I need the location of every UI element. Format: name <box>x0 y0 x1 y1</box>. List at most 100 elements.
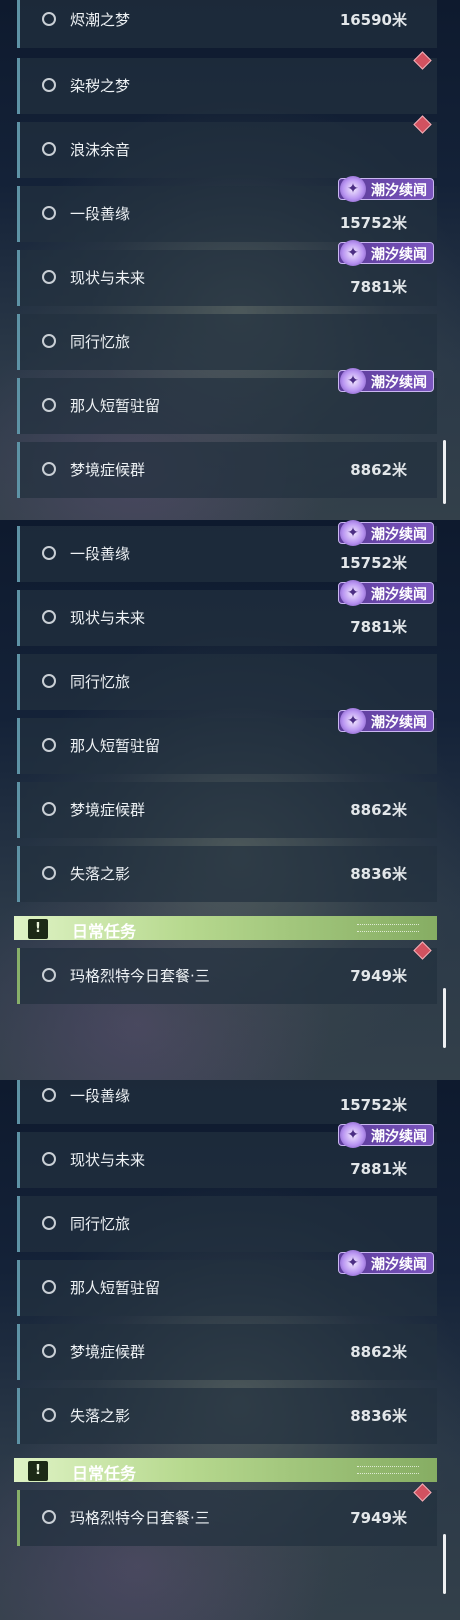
quest-name: 梦境症候群 <box>70 801 146 819</box>
quest-distance: 7881米 <box>350 278 407 296</box>
status-circle-icon <box>42 206 56 220</box>
section-title: 日常任务 <box>72 922 137 941</box>
swirl-icon: ✦ <box>340 520 366 546</box>
scrollbar[interactable] <box>443 440 446 504</box>
quest-list-panel-2: ✦ 潮汐续闻 一段善缘 15752米 ✦ 潮汐续闻 现状与未来 7881米 同行… <box>0 520 460 1080</box>
quest-distance: 16590米 <box>339 11 407 29</box>
tag-label: 潮汐续闻 <box>371 715 427 731</box>
quest-row[interactable]: ✦ 潮汐续闻 那人短暂驻留 <box>17 368 437 434</box>
quest-row[interactable]: ✦ 潮汐续闻 那人短暂驻留 <box>17 708 437 774</box>
quest-name: 那人短暂驻留 <box>70 1279 161 1297</box>
status-circle-icon <box>42 802 56 816</box>
quest-distance: 15752米 <box>339 1096 407 1114</box>
status-circle-icon <box>42 334 56 348</box>
swirl-icon: ✦ <box>340 1122 366 1148</box>
quest-name: 同行忆旅 <box>70 1215 131 1233</box>
daily-section-header[interactable]: ! 日常任务 <box>14 916 437 941</box>
status-circle-icon <box>42 142 56 156</box>
tag-label: 潮汐续闻 <box>371 183 427 199</box>
tag-label: 潮汐续闻 <box>371 1129 427 1145</box>
status-circle-icon <box>42 398 56 412</box>
quest-row[interactable]: 同行忆旅 <box>17 1196 437 1252</box>
quest-list-panel-3: 一段善缘 15752米 ✦ 潮汐续闻 现状与未来 7881米 同行忆旅 ✦ 潮汐… <box>0 1080 460 1620</box>
quest-row[interactable]: ✦ 潮汐续闻 一段善缘 15752米 <box>17 176 437 242</box>
quest-name: 梦境症候群 <box>70 461 146 479</box>
quest-row[interactable]: 浪沫余音 <box>17 115 437 178</box>
tag-label: 潮汐续闻 <box>371 1257 427 1273</box>
quest-row[interactable]: 染秽之梦 <box>17 51 437 114</box>
quest-distance: 8836米 <box>350 865 407 883</box>
quest-row[interactable]: 烬潮之梦 16590米 <box>17 0 437 48</box>
daily-quest-row[interactable]: 玛格烈特今日套餐·三 7949米 <box>17 941 437 1004</box>
quest-name: 玛格烈特今日套餐·三 <box>70 967 210 985</box>
status-circle-icon <box>42 1152 56 1166</box>
decoration-line <box>357 1466 419 1474</box>
swirl-icon: ✦ <box>340 368 366 394</box>
quest-name: 那人短暂驻留 <box>70 737 161 755</box>
quest-name: 一段善缘 <box>70 205 131 223</box>
quest-name: 现状与未来 <box>70 1151 146 1169</box>
quest-name: 现状与未来 <box>70 269 146 287</box>
scrollbar[interactable] <box>443 988 446 1048</box>
tide-tag: ✦ 潮汐续闻 <box>338 176 434 202</box>
tide-tag: ✦ 潮汐续闻 <box>338 708 434 734</box>
quest-row[interactable]: 失落之影 8836米 <box>17 1388 437 1444</box>
quest-row[interactable]: ✦ 潮汐续闻 现状与未来 7881米 <box>17 1122 437 1188</box>
status-circle-icon <box>42 1216 56 1230</box>
tide-tag: ✦ 潮汐续闻 <box>338 240 434 266</box>
quest-distance: 8862米 <box>350 1343 407 1361</box>
status-circle-icon <box>42 968 56 982</box>
quest-distance: 7881米 <box>350 1160 407 1178</box>
quest-distance: 15752米 <box>339 214 407 232</box>
quest-distance: 15752米 <box>339 554 407 572</box>
exclamation-icon: ! <box>28 919 48 939</box>
quest-name: 那人短暂驻留 <box>70 397 161 415</box>
quest-row[interactable]: ✦ 潮汐续闻 一段善缘 15752米 <box>17 520 437 582</box>
quest-name: 染秽之梦 <box>70 77 131 95</box>
quest-name: 失落之影 <box>70 865 131 883</box>
quest-name: 一段善缘 <box>70 545 131 563</box>
status-circle-icon <box>42 674 56 688</box>
quest-row[interactable]: 一段善缘 15752米 <box>17 1080 437 1124</box>
marker-diamond-icon <box>413 51 432 70</box>
status-circle-icon <box>42 1088 56 1102</box>
quest-row[interactable]: 梦境症候群 8862米 <box>17 442 437 498</box>
exclamation-icon: ! <box>28 1461 48 1481</box>
tide-tag: ✦ 潮汐续闻 <box>338 580 434 606</box>
tide-tag: ✦ 潮汐续闻 <box>338 1122 434 1148</box>
quest-row[interactable]: ✦ 潮汐续闻 那人短暂驻留 <box>17 1250 437 1316</box>
quest-row[interactable]: ✦ 潮汐续闻 现状与未来 7881米 <box>17 580 437 646</box>
quest-row[interactable]: 失落之影 8836米 <box>17 846 437 902</box>
daily-section-header[interactable]: ! 日常任务 <box>14 1458 437 1483</box>
scrollbar[interactable] <box>443 1534 446 1594</box>
status-circle-icon <box>42 1408 56 1422</box>
marker-diamond-icon <box>413 941 432 960</box>
swirl-icon: ✦ <box>340 240 366 266</box>
quest-row[interactable]: 同行忆旅 <box>17 654 437 710</box>
quest-row[interactable]: ✦ 潮汐续闻 现状与未来 7881米 <box>17 240 437 306</box>
quest-name: 梦境症候群 <box>70 1343 146 1361</box>
marker-diamond-icon <box>413 115 432 134</box>
tide-tag: ✦ 潮汐续闻 <box>338 368 434 394</box>
quest-row[interactable]: 梦境症候群 8862米 <box>17 1324 437 1380</box>
section-title: 日常任务 <box>72 1464 137 1483</box>
quest-row[interactable]: 梦境症候群 8862米 <box>17 782 437 838</box>
quest-distance: 8836米 <box>350 1407 407 1425</box>
quest-name: 现状与未来 <box>70 609 146 627</box>
quest-name: 同行忆旅 <box>70 673 131 691</box>
tag-label: 潮汐续闻 <box>371 587 427 603</box>
swirl-icon: ✦ <box>340 708 366 734</box>
swirl-icon: ✦ <box>340 1250 366 1276</box>
status-circle-icon <box>42 1344 56 1358</box>
status-circle-icon <box>42 866 56 880</box>
quest-distance: 8862米 <box>350 461 407 479</box>
quest-distance: 7949米 <box>350 967 407 985</box>
status-circle-icon <box>42 462 56 476</box>
marker-diamond-icon <box>413 1483 432 1502</box>
daily-quest-row[interactable]: 玛格烈特今日套餐·三 7949米 <box>17 1483 437 1546</box>
quest-name: 烬潮之梦 <box>70 11 131 29</box>
quest-row[interactable]: 同行忆旅 <box>17 314 437 370</box>
decoration-line <box>357 924 419 932</box>
status-circle-icon <box>42 1510 56 1524</box>
quest-name: 失落之影 <box>70 1407 131 1425</box>
